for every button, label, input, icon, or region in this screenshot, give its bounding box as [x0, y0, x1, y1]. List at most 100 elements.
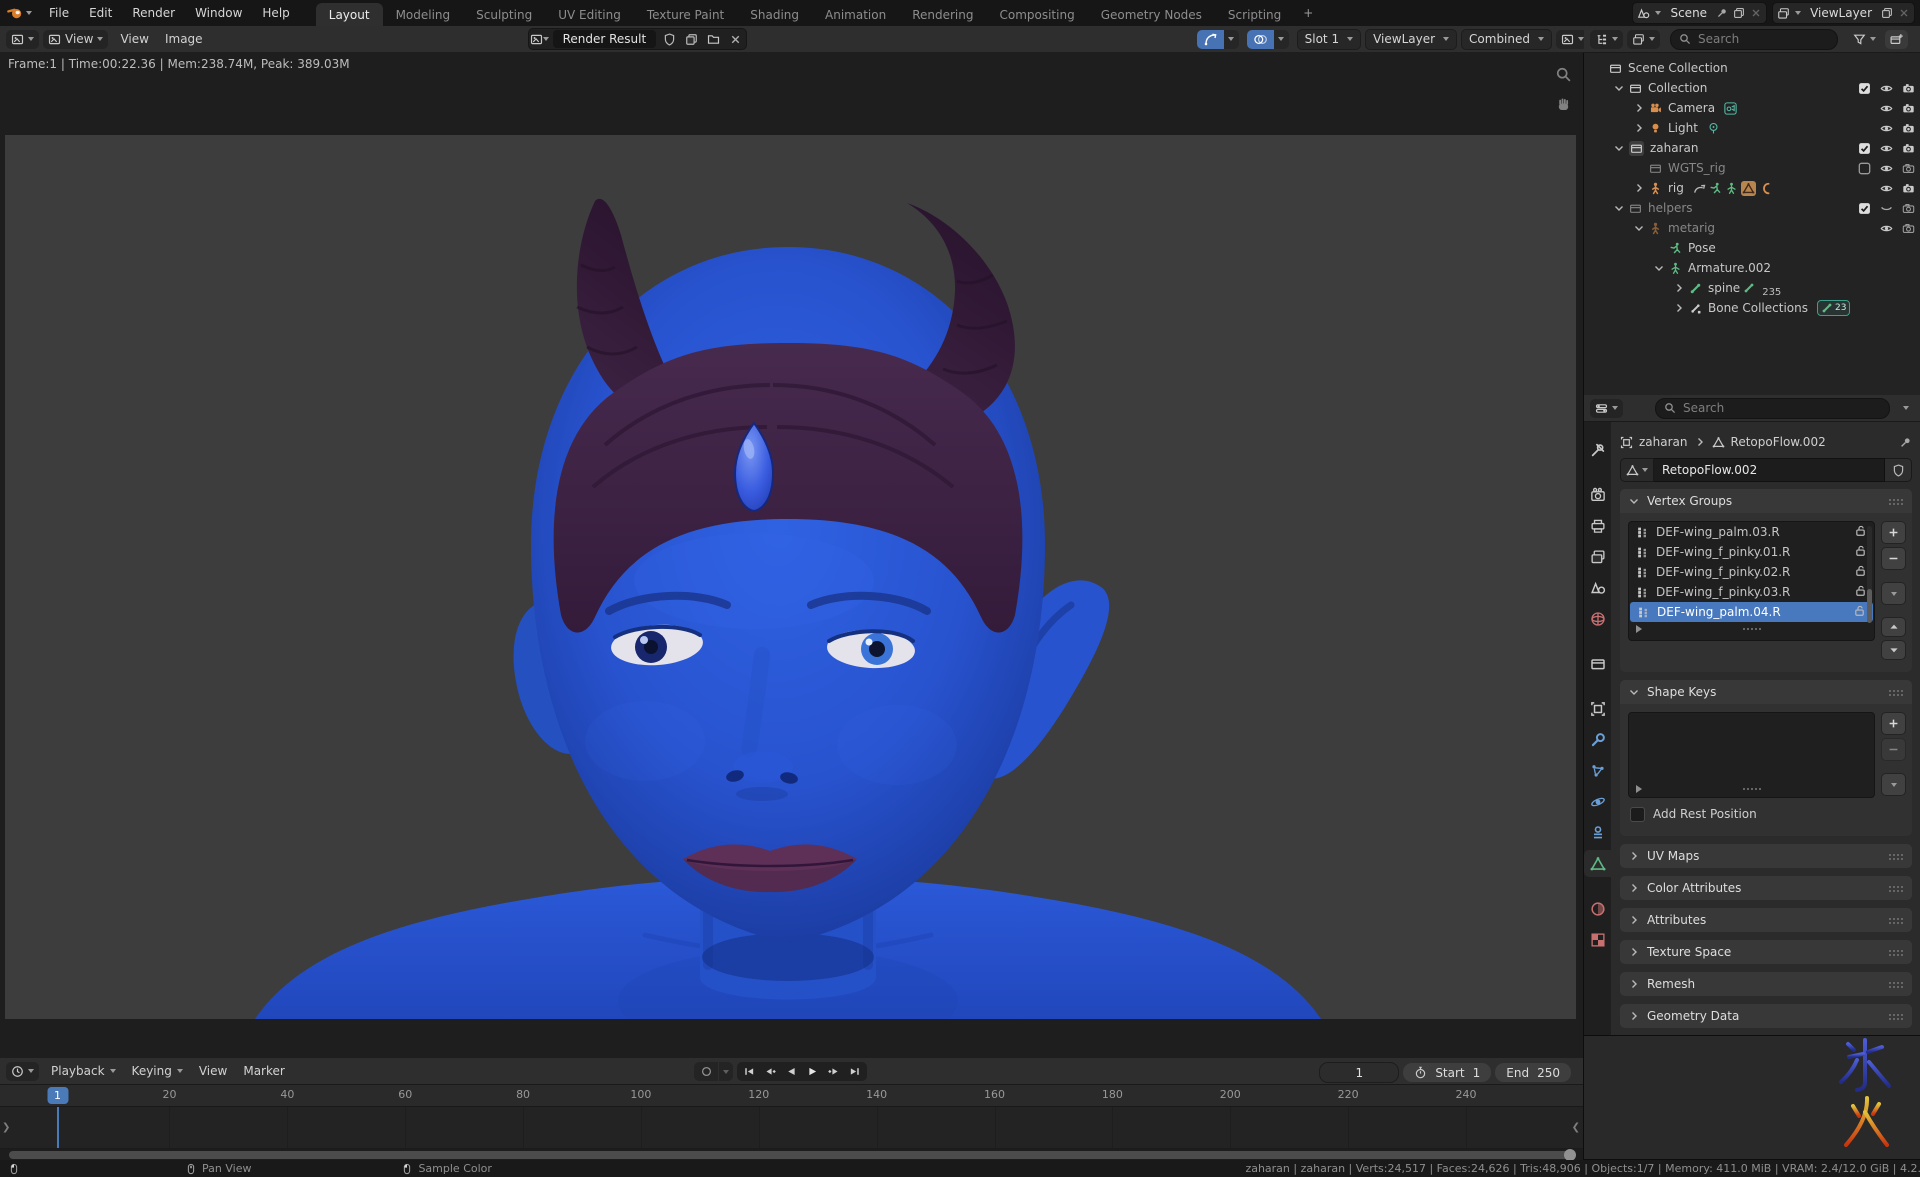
menu-help[interactable]: Help: [252, 0, 299, 26]
eye-icon[interactable]: [1880, 122, 1893, 135]
mesh-dark-icon[interactable]: [1742, 182, 1755, 195]
datablock-browse[interactable]: [1620, 458, 1654, 482]
vertex-group-row[interactable]: DEF-wing_palm.04.R: [1630, 602, 1873, 622]
playhead-line[interactable]: [57, 1107, 59, 1148]
shape-keys-panel-header[interactable]: Shape Keys: [1620, 680, 1912, 704]
outliner-row-spine[interactable]: spine235: [1584, 278, 1920, 298]
outliner-row-collection[interactable]: Collection: [1584, 78, 1920, 98]
pose-icon[interactable]: [1709, 182, 1722, 195]
workspace-tab-texture-paint[interactable]: Texture Paint: [634, 3, 737, 26]
outliner-row-helpers[interactable]: helpers: [1584, 198, 1920, 218]
pan-hand-icon[interactable]: [1555, 96, 1572, 113]
view-layer-selector[interactable]: ViewLayer: [1772, 2, 1915, 24]
panel-header[interactable]: Remesh: [1620, 972, 1912, 996]
region-expand-left-icon[interactable]: ❯: [2, 1122, 10, 1133]
vertex-group-row[interactable]: DEF-wing_f_pinky.03.R: [1629, 582, 1874, 602]
overlays-dropdown[interactable]: [1274, 30, 1289, 49]
next-keyframe-button[interactable]: [823, 1063, 844, 1080]
properties-tab-texture[interactable]: [1584, 926, 1611, 953]
end-frame-field[interactable]: End250: [1495, 1063, 1571, 1082]
timeline-menu-playback[interactable]: Playback: [43, 1064, 124, 1078]
add-vertex-group-button[interactable]: [1881, 521, 1906, 544]
current-frame-field[interactable]: 1: [1319, 1062, 1399, 1083]
fake-user-button[interactable]: [1885, 458, 1912, 482]
timeline-ruler[interactable]: 204060801001201401601802002202401: [0, 1085, 1583, 1107]
panel-header[interactable]: Attributes: [1620, 908, 1912, 932]
checkbox-on-icon[interactable]: [1858, 82, 1871, 95]
workspace-tab-rendering[interactable]: Rendering: [899, 3, 986, 26]
properties-tab-object[interactable]: [1584, 695, 1611, 722]
workspace-tab-uv-editing[interactable]: UV Editing: [545, 3, 634, 26]
expand-triangle-icon[interactable]: [1636, 625, 1642, 633]
workspace-tab-shading[interactable]: Shading: [737, 3, 812, 26]
properties-tab-world[interactable]: [1584, 605, 1611, 632]
camera-off-icon[interactable]: [1902, 202, 1915, 215]
chevron-down-icon[interactable]: [1613, 202, 1625, 214]
workspace-tab-geometry-nodes[interactable]: Geometry Nodes: [1088, 3, 1215, 26]
outliner-row-camera[interactable]: Camera: [1584, 98, 1920, 118]
list-resize-grip[interactable]: [1751, 788, 1753, 790]
image-name[interactable]: Render Result: [553, 30, 657, 48]
new-image-button[interactable]: [680, 30, 702, 48]
play-reverse-button[interactable]: [781, 1063, 802, 1080]
move-group-up-button[interactable]: [1881, 617, 1906, 637]
checkbox-on-icon[interactable]: [1858, 202, 1871, 215]
eye-closed-icon[interactable]: [1880, 202, 1893, 215]
properties-tab-view-layer[interactable]: [1584, 543, 1611, 570]
chevron-down-icon[interactable]: [1613, 142, 1625, 154]
move-group-down-button[interactable]: [1881, 640, 1906, 660]
add-workspace-button[interactable]: +: [1294, 0, 1322, 26]
camera-icon[interactable]: [1902, 142, 1915, 155]
image-editor-canvas[interactable]: Frame:1 | Time:00:22.36 | Mem:238.74M, P…: [0, 52, 1583, 1058]
chevron-right-icon[interactable]: [1633, 182, 1645, 194]
properties-search[interactable]: [1655, 398, 1890, 419]
menu-window[interactable]: Window: [185, 0, 252, 26]
workspace-tab-compositing[interactable]: Compositing: [986, 3, 1087, 26]
jump-to-start-button[interactable]: [739, 1063, 760, 1080]
workspace-tab-sculpting[interactable]: Sculpting: [463, 3, 545, 26]
lock-open-icon[interactable]: [1854, 584, 1867, 597]
outliner-row-bone-collections[interactable]: Bone Collections23: [1584, 298, 1920, 318]
properties-tab-physics[interactable]: [1584, 788, 1611, 815]
panel-header[interactable]: Texture Space: [1620, 940, 1912, 964]
properties-tab-tool[interactable]: [1584, 436, 1611, 463]
eye-icon[interactable]: [1880, 82, 1893, 95]
list-scrollbar[interactable]: [1867, 526, 1872, 623]
properties-tab-particles[interactable]: [1584, 757, 1611, 784]
vertex-group-row[interactable]: DEF-wing_f_pinky.02.R: [1629, 562, 1874, 582]
curve-icon[interactable]: [1759, 182, 1772, 195]
workspace-tab-modeling[interactable]: Modeling: [383, 3, 464, 26]
jump-to-end-button[interactable]: [844, 1063, 865, 1080]
outliner-display-mode[interactable]: [1627, 30, 1660, 49]
timeline-menu-marker[interactable]: Marker: [235, 1064, 292, 1078]
open-image-button[interactable]: [702, 30, 724, 48]
eye-icon[interactable]: [1880, 142, 1893, 155]
panel-grip[interactable]: [1889, 949, 1904, 956]
menu-edit[interactable]: Edit: [79, 0, 122, 26]
outliner-row-rig[interactable]: rig: [1584, 178, 1920, 198]
lock-open-icon[interactable]: [1854, 564, 1867, 577]
editor-type-button[interactable]: [6, 30, 39, 49]
close-icon[interactable]: [1898, 7, 1910, 19]
lock-open-icon[interactable]: [1854, 524, 1867, 537]
panel-grip[interactable]: [1889, 689, 1904, 696]
vertex-group-specials-button[interactable]: [1881, 582, 1906, 605]
properties-tab-render[interactable]: [1584, 481, 1611, 508]
properties-search-input[interactable]: [1681, 400, 1881, 416]
eye-icon[interactable]: [1880, 102, 1893, 115]
pass-dropdown[interactable]: Combined: [1461, 29, 1552, 50]
properties-type-button[interactable]: [1590, 399, 1623, 418]
fake-user-button[interactable]: [658, 30, 680, 48]
timeline-menu-keying[interactable]: Keying: [124, 1064, 191, 1078]
vertex-group-row[interactable]: DEF-wing_f_pinky.01.R: [1629, 542, 1874, 562]
properties-tab-scene[interactable]: [1584, 574, 1611, 601]
play-button[interactable]: [802, 1063, 823, 1080]
panel-grip[interactable]: [1889, 498, 1904, 505]
pin-icon[interactable]: [1716, 7, 1728, 19]
checkbox-on-icon[interactable]: [1858, 142, 1871, 155]
eye-icon[interactable]: [1880, 222, 1893, 235]
timeline-type-button[interactable]: [6, 1062, 39, 1081]
image-editor-menu-image[interactable]: Image: [157, 32, 211, 46]
outliner-row-scene-collection[interactable]: Scene Collection: [1584, 58, 1920, 78]
pin-icon[interactable]: [1899, 436, 1912, 449]
